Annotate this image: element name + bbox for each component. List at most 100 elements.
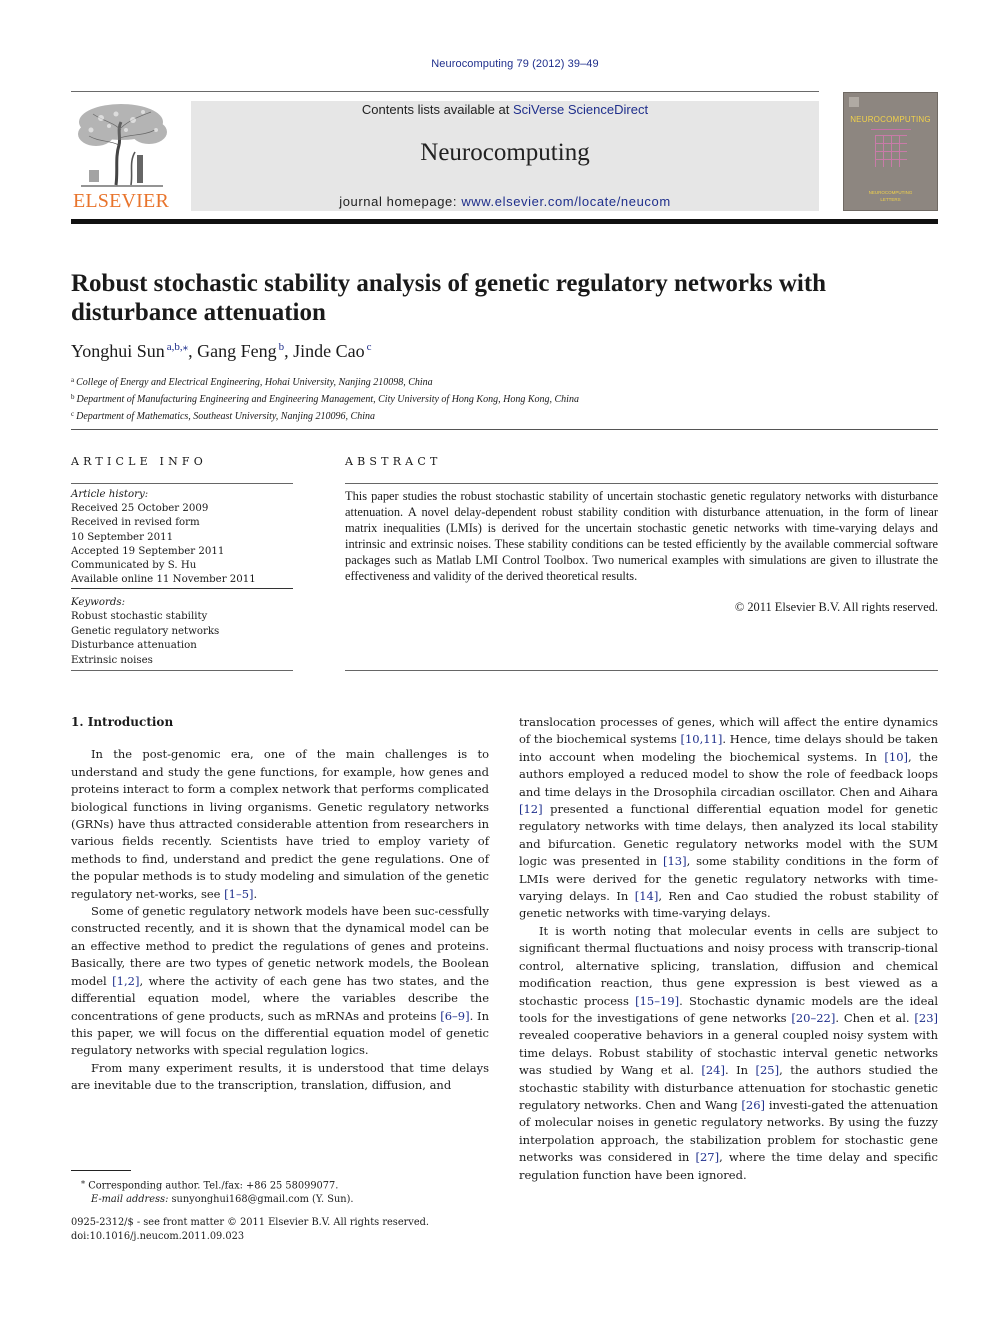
citation-link[interactable]: [1,2] [112,974,139,988]
body-paragraph: From many experiment results, it is unde… [71,1060,489,1095]
citation-link[interactable]: [26] [741,1098,765,1112]
citation-link[interactable]: [14] [635,889,659,903]
header-thick-rule [71,219,938,224]
history-item: 10 September 2011 [71,531,174,543]
keywords: Keywords: Robust stochastic stability Ge… [71,596,293,668]
article-info-divider [71,670,293,671]
paragraph-text: . [253,886,258,901]
abstract-heading: ABSTRACT [345,455,442,468]
elsevier-tree-icon [78,104,167,187]
paragraph-text: . In [724,1063,756,1078]
paragraph-text: . Chen et al. [835,1010,915,1025]
abstract-divider [345,670,938,671]
citation-link[interactable]: [20–22] [791,1011,835,1025]
author-name[interactable]: Gang Feng [197,341,277,361]
affiliation-item: b Department of Manufacturing Engineering… [71,390,579,407]
abstract-copyright: © 2011 Elsevier B.V. All rights reserved… [734,600,938,614]
citation-link[interactable]: [1–5] [224,887,253,901]
journal-name: Neurocomputing [420,139,590,166]
citation-link[interactable]: [15–19] [635,994,679,1008]
article-info-divider [71,483,293,484]
contents-prefix: Contents lists available at [361,102,513,117]
email-label: E-mail address: [91,1194,169,1206]
paragraph-text: From many experiment results, it is unde… [71,1060,489,1093]
affiliation-item: a College of Energy and Electrical Engine… [71,373,579,390]
affiliation-item: c Department of Mathematics, Southeast Un… [71,407,579,424]
body-paragraph: translocation processes of genes, which … [519,714,938,923]
cover-publisher-badge-icon [849,97,859,107]
homepage-link[interactable]: www.elsevier.com/locate/neucom [461,194,670,209]
author-affiliation-marks[interactable]: a,b,⁎ [167,341,188,353]
citation-link[interactable]: [23] [914,1011,938,1025]
body-paragraph: It is worth noting that molecular events… [519,923,938,1184]
citation-link[interactable]: [25] [756,1063,780,1077]
footnote-rule [71,1170,131,1171]
author-separator: , [188,341,198,361]
cover-subtitle: NEUROCOMPUTING LETTERS [844,189,937,203]
citation-link[interactable]: [12] [519,802,543,816]
author-separator: , [284,341,294,361]
doi-link[interactable]: doi:10.1016/j.neucom.2011.09.023 [71,1230,429,1244]
issn-line: 0925-2312/$ - see front matter © 2011 El… [71,1217,430,1228]
email-address[interactable]: sunyonghui168@gmail.com (Y. Sun). [172,1194,354,1205]
corresponding-author-note: ⁎ Corresponding author. Tel./fax: +86 25… [81,1174,354,1193]
affiliation-list: a College of Energy and Electrical Engine… [71,373,579,424]
affiliation-text: Department of Manufacturing Engineering … [76,394,579,405]
keyword-item: Disturbance attenuation [71,640,197,652]
history-item: Accepted 19 September 2011 [71,545,225,557]
section-heading: 1. Introduction [71,715,174,729]
journal-cover-thumbnail[interactable]: NEUROCOMPUTING NEUROCOMPUTING LETTERS [843,92,938,211]
affiliation-mark: b [71,393,75,401]
email-note: E-mail address: sunyonghui168@gmail.com … [81,1193,354,1207]
journal-masthead: Contents lists available at SciVerse Sci… [191,101,819,211]
keyword-item: Genetic regulatory networks [71,625,220,637]
body-paragraphs-left: In the post-genomic era, one of the main… [71,746,489,1094]
front-matter: 0925-2312/$ - see front matter © 2011 El… [71,1216,429,1244]
sciencedirect-link[interactable]: SciVerse ScienceDirect [513,102,648,117]
affiliation-text: College of Energy and Electrical Enginee… [76,377,433,388]
article-info-heading: ARTICLE INFO [71,455,207,468]
article-history-label: Article history: [71,489,149,500]
header-top-rule [71,91,819,92]
abstract-divider [345,483,938,484]
history-item: Received in revised form [71,517,200,529]
abstract-text: This paper studies the robust stochastic… [345,489,938,583]
body-paragraphs-right: translocation processes of genes, which … [519,714,938,1184]
citation-link[interactable]: [24] [701,1063,725,1077]
article-title: Robust stochastic stability analysis of … [71,270,827,326]
elsevier-logo[interactable]: ELSEVIER [70,100,172,213]
footnotes: ⁎ Corresponding author. Tel./fax: +86 25… [81,1174,354,1207]
author-name[interactable]: Yonghui Sun [71,341,165,361]
cover-subtitle-line: LETTERS [880,197,901,202]
cover-divider [871,129,911,130]
homepage-prefix: journal homepage: [339,194,462,209]
body-column-right: translocation processes of genes, which … [519,714,938,1184]
author-affiliation-marks[interactable]: c [367,341,372,353]
keyword-item: Extrinsic noises [71,654,153,666]
cover-title: NEUROCOMPUTING [850,115,931,124]
history-item: Available online 11 November 2011 [71,574,256,586]
author-list: Yonghui Sun a,b,⁎, Gang Feng b, Jinde Cao c [71,340,372,362]
contents-availability: Contents lists available at SciVerse Sci… [191,102,819,117]
citation-link[interactable]: [13] [663,854,687,868]
citation-link[interactable]: [27] [695,1150,719,1164]
corresponding-author-text: Corresponding author. Tel./fax: +86 25 5… [88,1180,339,1192]
citation-link[interactable]: [10] [884,750,908,764]
body-paragraph: In the post-genomic era, one of the main… [71,746,489,903]
keywords-label: Keywords: [71,597,126,608]
history-item: Communicated by S. Hu [71,560,197,572]
citation-link[interactable]: [10,11] [681,732,723,746]
body-paragraph: Some of genetic regulatory network model… [71,903,489,1060]
journal-citation[interactable]: Neurocomputing 79 (2012) 39–49 [0,58,992,70]
title-divider [71,429,938,430]
article-history: Article history: Received 25 October 200… [71,488,293,587]
body-column-left: 1. Introduction In the post-genomic era,… [71,714,489,1095]
affiliation-text: Department of Mathematics, Southeast Uni… [76,411,375,422]
history-item: Received 25 October 2009 [71,503,209,515]
keyword-item: Robust stochastic stability [71,611,208,623]
paragraph-text: In the post-genomic era, one of the main… [71,747,489,901]
article-info-divider [71,588,293,589]
cover-grid-graphic-icon [875,135,907,167]
citation-link[interactable]: [6–9] [440,1009,469,1023]
author-name[interactable]: Jinde Cao [293,341,365,361]
